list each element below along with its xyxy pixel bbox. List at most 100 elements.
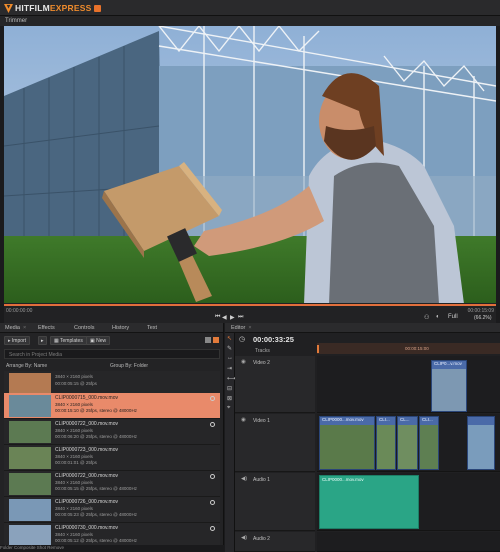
slip-tool-icon[interactable]: ↔ (227, 355, 233, 361)
eye-icon[interactable]: ◉ (241, 417, 246, 423)
media-item-meta: 00:00:05:23 @ 25fps, stereo @ 48000Hz (55, 512, 137, 517)
tracks-label: Tracks (255, 348, 270, 354)
track-lane-video2[interactable]: CLIP0...v.mov (317, 356, 500, 413)
timeline-clip[interactable]: CL... (397, 416, 418, 470)
list-view-icon[interactable] (205, 337, 211, 343)
media-item-name: CLIP0000722_000.mov.mov (55, 421, 119, 427)
clip-thumbnail (9, 421, 51, 443)
timeline-clip[interactable]: CLIP0...v.mov (431, 360, 467, 412)
select-tool-icon[interactable]: ↖ (227, 335, 232, 342)
grid-view-icon[interactable] (213, 337, 219, 343)
brand-hitfilm: HITFILM (15, 3, 50, 13)
timeline-clip[interactable]: CLIP0000...mov.mov (319, 416, 375, 470)
trimmer-scrub-bar[interactable]: 00:00:00:00 00:00:15:09 ▶ ⏮ ◀ ⏭ ⚇ ◐ Full… (4, 303, 496, 323)
media-search-input[interactable]: Search in Project Media (4, 349, 220, 359)
media-item[interactable]: CLIP0000723_000.mov.mov 3840 × 2160 pixe… (4, 445, 220, 471)
rate-tool-icon[interactable]: ⊠ (227, 395, 232, 402)
playhead-track[interactable] (4, 304, 496, 306)
track-header-video2[interactable]: ◉ Video 2 (235, 356, 315, 413)
tab-controls[interactable]: Controls (74, 325, 94, 331)
snap-tool-icon[interactable]: ⌖ (227, 405, 230, 412)
audio-clip[interactable]: CLIP0000...mov.mov (319, 475, 419, 529)
media-footer[interactable]: Folder Composite Shot Remove (0, 545, 224, 552)
trimmer-end-timecode: 00:00:15:09 (467, 308, 494, 314)
ruler-mark: 00:00:15:00 (405, 346, 429, 351)
media-item-resolution: 3840 × 2160 pixels (55, 402, 93, 407)
timeline-clip[interactable]: CLI... (419, 416, 439, 470)
import-dropdown-icon[interactable]: ▸ (38, 336, 47, 345)
track-name: Video 1 (253, 418, 270, 424)
media-item-resolution: 3840 × 2160 pixels (55, 454, 93, 459)
media-panel-tabs: Media × Effects Controls History Text (0, 323, 223, 333)
slice-tool-icon[interactable]: ✎ (227, 345, 232, 352)
trimmer-tab[interactable]: Trimmer (0, 16, 500, 26)
timeline-clip[interactable]: CLI... (376, 416, 396, 470)
edition-badge-icon (94, 4, 102, 12)
track-header-video1[interactable]: ◉ Video 1 (235, 414, 315, 472)
tab-text[interactable]: Text (147, 325, 157, 331)
tab-history[interactable]: History (112, 325, 129, 331)
track-lane-audio2[interactable] (317, 532, 500, 552)
media-item[interactable]: CLIP0000722_000.mov.mov 3840 × 2160 pixe… (4, 471, 220, 497)
eye-icon[interactable]: ◉ (241, 359, 246, 365)
speaker-icon[interactable]: ◀) (241, 476, 247, 482)
media-item-resolution: 3840 × 2160 pixels (55, 374, 93, 379)
tab-editor[interactable]: Editor × (231, 325, 252, 331)
zoom-level: (66.2%) (474, 315, 492, 321)
media-item-name: CLIP0000723_000.mov.mov (55, 447, 119, 453)
skip-back-icon[interactable]: ⏮ (215, 314, 220, 321)
media-item-selected[interactable]: CLIP0000715_000.mov.mov 3840 × 2160 pixe… (4, 393, 220, 419)
play-button-icon[interactable]: ▶ (230, 314, 235, 321)
track-header-audio2[interactable]: ◀) Audio 2 (235, 532, 315, 552)
clip-thumbnail (420, 425, 438, 469)
media-item-name: CLIP0000722_000.mov.mov (55, 473, 119, 479)
new-button[interactable]: ▣ New (86, 336, 111, 345)
viewer-options-icon[interactable]: ⚇ (424, 314, 429, 321)
in-use-indicator-icon (210, 422, 215, 427)
video-viewer[interactable] (4, 26, 496, 303)
media-item[interactable]: CLIP0000726_000.mov.mov 3840 × 2160 pixe… (4, 497, 220, 523)
in-use-indicator-icon (210, 474, 215, 479)
trimmer-tab-label: Trimmer (5, 17, 28, 24)
clip-thumbnail (9, 499, 51, 521)
track-lane-audio1[interactable]: CLIP0000...mov.mov (317, 473, 500, 531)
clip-label: CLIP0...v.mov (434, 361, 462, 366)
viewer-frame-image (4, 26, 496, 303)
playhead-marker[interactable] (317, 345, 319, 353)
clip-thumbnail (9, 525, 51, 547)
media-panel: Media × Effects Controls History Text ▸ I… (0, 323, 224, 552)
track-lane-video1[interactable]: CLIP0000...mov.mov CLI... CL... CLI... (317, 414, 500, 472)
track-tool-icon[interactable]: ⇥ (227, 365, 232, 372)
media-item-meta: 00:00:05:12 @ 25fps, stereo @ 48000Hz (55, 538, 137, 543)
group-by-select[interactable]: Group By: Folder (110, 363, 148, 369)
import-button[interactable]: ▸ Import (4, 336, 31, 345)
tab-effects[interactable]: Effects (38, 325, 55, 331)
timeline-ruler[interactable]: 00:00:15:00 (317, 343, 500, 354)
clip-thumbnail (468, 425, 494, 469)
step-back-icon[interactable]: ◀ (222, 314, 227, 321)
track-name: Audio 2 (253, 536, 270, 542)
skip-forward-icon[interactable]: ⏭ (238, 314, 243, 321)
clip-label: CLIP0000...mov.mov (322, 417, 364, 422)
media-item-resolution: 3840 × 2160 pixels (55, 532, 93, 537)
zoom-select[interactable]: Full (448, 314, 458, 320)
media-item-name: CLIP0000730_000.mov.mov (55, 525, 119, 531)
clip-thumbnail (320, 425, 374, 469)
media-item-resolution: 3840 × 2160 pixels (55, 506, 93, 511)
quality-icon[interactable]: ◐ (436, 314, 440, 320)
roll-tool-icon[interactable]: ⊟ (227, 385, 232, 392)
arrange-by-select[interactable]: Arrange By: Name (6, 363, 47, 369)
track-header-audio1[interactable]: ◀) Audio 1 (235, 473, 315, 531)
tab-media[interactable]: Media × (5, 325, 26, 331)
app-logo: HITFILMEXPRESS (4, 3, 102, 13)
editor-panel-tabs: Editor × (225, 323, 500, 333)
speaker-icon[interactable]: ◀) (241, 535, 247, 541)
media-item[interactable]: CLIP0000722_000.mov.mov 3840 × 2160 pixe… (4, 419, 220, 445)
brand-express: EXPRESS (49, 3, 92, 13)
timeline-clip[interactable] (467, 416, 495, 470)
clip-thumbnail (377, 425, 395, 469)
templates-button[interactable]: ▦ Templates (50, 336, 87, 345)
clip-label: CL... (400, 417, 410, 422)
clip-label: CLIP0000...mov.mov (322, 477, 364, 482)
editor-timecode[interactable]: 00:00:33:25 (253, 335, 294, 344)
